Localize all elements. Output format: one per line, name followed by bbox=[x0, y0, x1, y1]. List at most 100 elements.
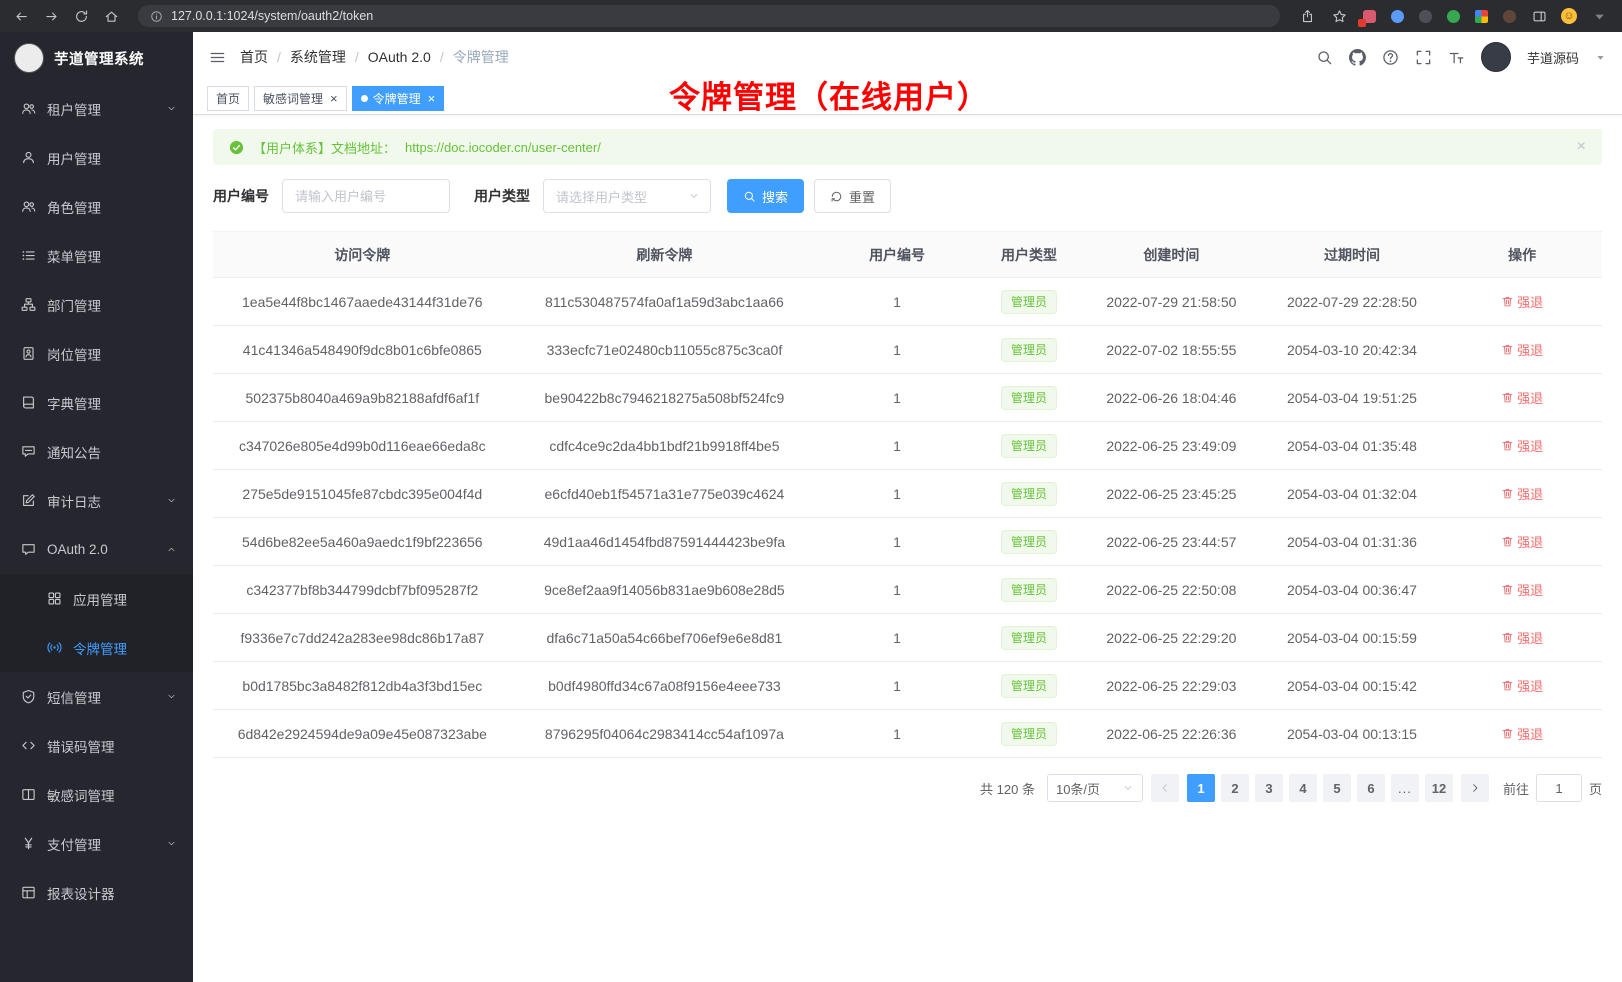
search-button[interactable]: 搜索 bbox=[727, 179, 804, 213]
sidebar-item-oauth2[interactable]: OAuth 2.0 bbox=[0, 525, 193, 574]
reload-button[interactable] bbox=[70, 5, 92, 27]
share-icon[interactable] bbox=[1296, 5, 1318, 27]
fullscreen-icon[interactable] bbox=[1415, 49, 1432, 66]
font-size-icon[interactable] bbox=[1448, 49, 1465, 66]
forward-button[interactable] bbox=[40, 5, 62, 27]
refresh-token-cell: dfa6c71a50a54c66bef706ef9e6e8d81 bbox=[512, 614, 818, 662]
page-size-select[interactable]: 10条/页 bbox=[1047, 774, 1143, 802]
sidebar-item-label: 应用管理 bbox=[73, 589, 177, 609]
page-button-2[interactable]: 2 bbox=[1221, 774, 1249, 802]
sidebar-item-dept[interactable]: 部门管理 bbox=[0, 280, 193, 329]
tab-sensitive-word[interactable]: 敏感词管理× bbox=[254, 86, 347, 111]
user-type-select[interactable]: 请选择用户类型 bbox=[543, 179, 711, 213]
page-button-1[interactable]: 1 bbox=[1187, 774, 1215, 802]
sidebar-toggle[interactable] bbox=[209, 49, 226, 66]
expire-time-cell: 2054-03-04 00:15:59 bbox=[1262, 614, 1443, 662]
sidebar-item-sensitive-word[interactable]: 敏感词管理 bbox=[0, 770, 193, 819]
bookmark-star-icon[interactable] bbox=[1328, 5, 1350, 27]
sidebar-item-post[interactable]: 岗位管理 bbox=[0, 329, 193, 378]
sidebar-item-dict[interactable]: 字典管理 bbox=[0, 378, 193, 427]
page-button-...[interactable]: ... bbox=[1391, 774, 1419, 802]
breadcrumb-item[interactable]: 首页 bbox=[240, 47, 268, 67]
force-logout-button[interactable]: 强退 bbox=[1501, 484, 1543, 503]
site-info-icon[interactable] bbox=[150, 10, 163, 23]
extension-icon-5[interactable] bbox=[1500, 7, 1518, 25]
expire-time-cell: 2054-03-04 00:13:15 bbox=[1262, 710, 1443, 758]
sidebar-item-oauth2-app[interactable]: 应用管理 bbox=[0, 574, 193, 623]
force-logout-button[interactable]: 强退 bbox=[1501, 436, 1543, 455]
sidebar-item-pay[interactable]: 支付管理 bbox=[0, 819, 193, 868]
action-cell: 强退 bbox=[1442, 422, 1602, 470]
expire-time-cell: 2054-03-04 01:32:04 bbox=[1262, 470, 1443, 518]
message-icon bbox=[21, 444, 36, 459]
sidebar-item-menu[interactable]: 菜单管理 bbox=[0, 231, 193, 280]
profile-avatar[interactable] bbox=[1560, 7, 1578, 25]
next-page-button[interactable] bbox=[1461, 774, 1489, 802]
force-logout-button[interactable]: 强退 bbox=[1501, 580, 1543, 599]
goto-page-input[interactable] bbox=[1536, 774, 1582, 802]
chevron-down-icon[interactable] bbox=[1595, 52, 1606, 63]
sidebar-item-user[interactable]: 用户管理 bbox=[0, 133, 193, 182]
force-logout-button[interactable]: 强退 bbox=[1501, 628, 1543, 647]
extensions-puzzle-icon[interactable] bbox=[1472, 7, 1490, 25]
expire-time-cell: 2054-03-04 00:36:47 bbox=[1262, 566, 1443, 614]
page-button-3[interactable]: 3 bbox=[1255, 774, 1283, 802]
user-avatar[interactable] bbox=[1481, 42, 1511, 72]
breadcrumb-item[interactable]: 系统管理 bbox=[290, 47, 346, 67]
search-icon[interactable] bbox=[1316, 49, 1333, 66]
page-button-6[interactable]: 6 bbox=[1357, 774, 1385, 802]
reset-button[interactable]: 重置 bbox=[814, 179, 891, 213]
page-button-5[interactable]: 5 bbox=[1323, 774, 1351, 802]
table-row: c347026e805e4d99b0d116eae66eda8ccdfc4ce9… bbox=[213, 422, 1602, 470]
user-id-cell: 1 bbox=[817, 710, 977, 758]
breadcrumb-item[interactable]: 令牌管理 bbox=[453, 47, 509, 67]
sidebar-item-tenant[interactable]: 租户管理 bbox=[0, 84, 193, 133]
force-logout-button[interactable]: 强退 bbox=[1501, 676, 1543, 695]
extension-icon-1[interactable] bbox=[1360, 7, 1378, 25]
extension-icon-3[interactable] bbox=[1416, 7, 1434, 25]
github-icon[interactable] bbox=[1349, 49, 1366, 66]
address-bar[interactable]: 127.0.0.1:1024/system/oauth2/token bbox=[138, 5, 1280, 27]
doc-link[interactable]: https://doc.iocoder.cn/user-center/ bbox=[405, 140, 601, 155]
user-id-input[interactable] bbox=[282, 179, 450, 213]
sidebar-item-sms[interactable]: 短信管理 bbox=[0, 672, 193, 721]
prev-page-button[interactable] bbox=[1151, 774, 1179, 802]
tab-home[interactable]: 首页 bbox=[207, 86, 249, 111]
help-icon[interactable] bbox=[1382, 49, 1399, 66]
page-button-12[interactable]: 12 bbox=[1425, 774, 1453, 802]
sidebar-item-report[interactable]: 报表设计器 bbox=[0, 868, 193, 917]
browser-menu-caret-icon[interactable] bbox=[1588, 5, 1610, 27]
sidebar-item-role[interactable]: 角色管理 bbox=[0, 182, 193, 231]
app-logo[interactable]: 芋道管理系统 bbox=[0, 32, 193, 84]
tab-token[interactable]: 令牌管理× bbox=[352, 86, 445, 111]
expire-time-cell: 2054-03-10 20:42:34 bbox=[1262, 326, 1443, 374]
username[interactable]: 芋道源码 bbox=[1527, 48, 1579, 67]
column-header: 用户编号 bbox=[817, 232, 977, 278]
user-type-badge: 管理员 bbox=[1001, 386, 1057, 410]
home-button[interactable] bbox=[100, 5, 122, 27]
close-icon[interactable]: × bbox=[330, 92, 338, 105]
access-token-cell: 41c41346a548490f9dc8b01c6bfe0865 bbox=[213, 326, 512, 374]
sidebar-item-oauth2-token[interactable]: 令牌管理 bbox=[0, 623, 193, 672]
force-logout-button[interactable]: 强退 bbox=[1501, 388, 1543, 407]
force-logout-button[interactable]: 强退 bbox=[1501, 292, 1543, 311]
sidebar-item-audit-log[interactable]: 审计日志 bbox=[0, 476, 193, 525]
extension-icon-4[interactable] bbox=[1444, 7, 1462, 25]
sidebar-item-notice[interactable]: 通知公告 bbox=[0, 427, 193, 476]
column-header: 访问令牌 bbox=[213, 232, 512, 278]
action-cell: 强退 bbox=[1442, 278, 1602, 326]
page-button-4[interactable]: 4 bbox=[1289, 774, 1317, 802]
breadcrumb-item[interactable]: OAuth 2.0 bbox=[368, 49, 431, 65]
chevron-down-icon bbox=[1122, 782, 1134, 794]
yen-icon bbox=[21, 836, 36, 851]
back-button[interactable] bbox=[10, 5, 32, 27]
extension-glyph bbox=[1447, 10, 1460, 23]
sidebar-item-error-code[interactable]: 错误码管理 bbox=[0, 721, 193, 770]
close-icon[interactable]: × bbox=[428, 92, 436, 105]
alert-close-icon[interactable]: × bbox=[1577, 139, 1586, 155]
force-logout-button[interactable]: 强退 bbox=[1501, 340, 1543, 359]
force-logout-button[interactable]: 强退 bbox=[1501, 724, 1543, 743]
extension-icon-2[interactable] bbox=[1388, 7, 1406, 25]
force-logout-button[interactable]: 强退 bbox=[1501, 532, 1543, 551]
split-view-icon[interactable] bbox=[1528, 5, 1550, 27]
